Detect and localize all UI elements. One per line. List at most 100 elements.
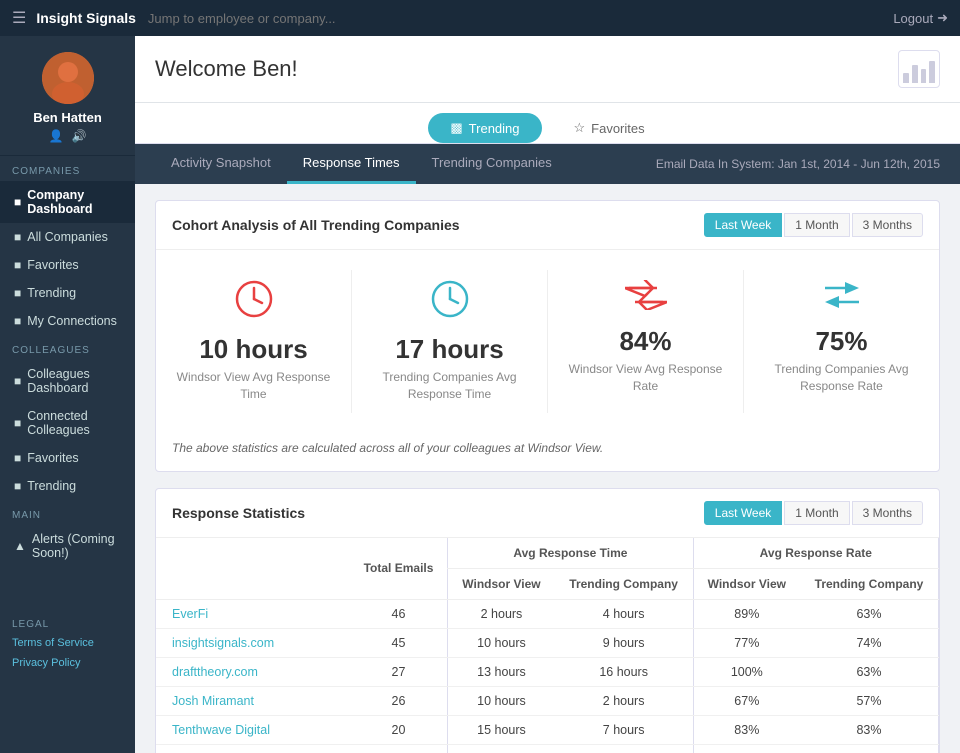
col-group-avg-response-rate: Avg Response Rate (693, 538, 938, 569)
col-trending-icon: ■ (14, 479, 21, 493)
email-data-label: Email Data In System: Jan 1st, 2014 - Ju… (656, 157, 940, 171)
windsor-response-rate-value: 84% (568, 326, 723, 357)
sub-tab-trending-companies[interactable]: Trending Companies (416, 144, 568, 184)
response-stats-header: Response Statistics Last Week 1 Month 3 … (156, 489, 939, 538)
col-header-art-windsor: Windsor View (448, 568, 555, 599)
connected-colleagues-icon: ■ (14, 416, 21, 430)
cell-windsor-response-rate: 67% (693, 686, 800, 715)
cell-company[interactable]: Josh Miramant (156, 686, 350, 715)
cell-company[interactable]: Tenthwave Digital (156, 715, 350, 744)
cell-windsor-response-rate: 89% (693, 599, 800, 628)
sidebar-username: Ben Hatten (33, 110, 102, 125)
sidebar-item-label: Trending (27, 286, 76, 300)
col-header-total-emails: Total Emails (350, 538, 448, 600)
logout-icon: ➜ (937, 10, 948, 26)
sidebar-legal: Legal Terms of Service Privacy Policy (0, 607, 135, 686)
speaker-icon: 🔊 (72, 129, 87, 143)
terms-of-service-link[interactable]: Terms of Service (12, 634, 123, 654)
response-filter-1-month[interactable]: 1 Month (784, 501, 849, 525)
cell-company[interactable]: drafttheory.com (156, 657, 350, 686)
response-stats-title: Response Statistics (172, 505, 704, 521)
cohort-time-filter-group: Last Week 1 Month 3 Months (704, 213, 923, 237)
cell-trending-response-time: 7 hours (555, 715, 693, 744)
colleagues-dashboard-icon: ■ (14, 374, 21, 388)
cell-total-emails: 27 (350, 657, 448, 686)
avatar (42, 52, 94, 104)
cohort-filter-last-week[interactable]: Last Week (704, 213, 782, 237)
cell-windsor-response-time: 10 hours (448, 686, 555, 715)
windsor-response-time-label: Windsor View Avg Response Time (176, 369, 331, 403)
sidebar-item-alerts[interactable]: ▲ Alerts (Coming Soon!) (0, 525, 135, 567)
table-row: insightsignals.com 45 10 hours 9 hours 7… (156, 628, 939, 657)
table-row: drafttheory.com 27 13 hours 16 hours 100… (156, 657, 939, 686)
favorites-icon: ■ (14, 258, 21, 272)
cell-trending-response-rate: 83% (800, 715, 938, 744)
content-area: Cohort Analysis of All Trending Companie… (135, 184, 960, 753)
cell-company[interactable]: EverFi (156, 599, 350, 628)
col-favorites-icon: ■ (14, 451, 21, 465)
sidebar-item-my-connections[interactable]: ■ My Connections (0, 307, 135, 335)
stat-windsor-response-time: 10 hours Windsor View Avg Response Time (156, 270, 352, 413)
sidebar-item-all-companies[interactable]: ■ All Companies (0, 223, 135, 251)
trending-icon: ■ (14, 286, 21, 300)
col-group-avg-response-time: Avg Response Time (448, 538, 693, 569)
trending-response-time-value: 17 hours (372, 334, 527, 365)
trending-tab-label: Trending (469, 121, 520, 136)
cohort-filter-1-month[interactable]: 1 Month (784, 213, 849, 237)
stat-trending-response-rate: 75% Trending Companies Avg Response Rate (744, 270, 939, 413)
logout-button[interactable]: Logout (893, 11, 933, 26)
cell-total-emails: 46 (350, 599, 448, 628)
cell-company[interactable]: Wedding Wire Inc (156, 744, 350, 753)
cell-windsor-response-time: 2 days (448, 744, 555, 753)
cohort-panel-title: Cohort Analysis of All Trending Companie… (172, 217, 704, 233)
all-companies-icon: ■ (14, 230, 21, 244)
cell-total-emails: 26 (350, 686, 448, 715)
cell-trending-response-rate: 63% (800, 657, 938, 686)
sidebar-item-favorites[interactable]: ■ Favorites (0, 251, 135, 279)
sidebar-item-label: All Companies (27, 230, 108, 244)
cell-trending-response-time: 2 hours (555, 686, 693, 715)
main-section-label: Main (0, 500, 135, 525)
trending-response-rate-label: Trending Companies Avg Response Rate (764, 361, 919, 395)
sub-tab-response-times[interactable]: Response Times (287, 144, 416, 184)
col-header-art-trending: Trending Company (555, 568, 693, 599)
trending-tab-icon: ▩ (450, 120, 462, 136)
response-filter-3-months[interactable]: 3 Months (852, 501, 923, 525)
sidebar-item-colleagues-dashboard[interactable]: ■ Colleagues Dashboard (0, 360, 135, 402)
sidebar-item-label: My Connections (27, 314, 117, 328)
cohort-filter-3-months[interactable]: 3 Months (852, 213, 923, 237)
sidebar-item-company-dashboard[interactable]: ■ Company Dashboard (0, 181, 135, 223)
sub-tab-activity-snapshot[interactable]: Activity Snapshot (155, 144, 287, 184)
main-content: Welcome Ben! ▩ Trending ☆ Favorites Acti… (135, 36, 960, 753)
tab-trending[interactable]: ▩ Trending (428, 113, 541, 143)
table-row: Wedding Wire Inc 19 2 days a day 91% 71% (156, 744, 939, 753)
hamburger-icon[interactable]: ☰ (12, 8, 26, 28)
cell-windsor-response-time: 2 hours (448, 599, 555, 628)
trending-response-time-label: Trending Companies Avg Response Time (372, 369, 527, 403)
tab-favorites[interactable]: ☆ Favorites (552, 113, 667, 143)
response-stats-time-filter: Last Week 1 Month 3 Months (704, 501, 923, 525)
sidebar-item-col-favorites[interactable]: ■ Favorites (0, 444, 135, 472)
cell-trending-response-rate: 71% (800, 744, 938, 753)
cell-windsor-response-rate: 77% (693, 628, 800, 657)
cell-total-emails: 20 (350, 715, 448, 744)
cell-windsor-response-rate: 83% (693, 715, 800, 744)
cell-trending-response-rate: 74% (800, 628, 938, 657)
person-icon: 👤 (49, 129, 64, 143)
search-input[interactable] (148, 11, 893, 26)
response-filter-last-week[interactable]: Last Week (704, 501, 782, 525)
response-stats-table: Total Emails Avg Response Time Avg Respo… (156, 538, 939, 753)
privacy-policy-link[interactable]: Privacy Policy (12, 654, 123, 674)
cell-company[interactable]: insightsignals.com (156, 628, 350, 657)
sidebar-item-connected-colleagues[interactable]: ■ Connected Colleagues (0, 402, 135, 444)
cell-trending-response-time: 16 hours (555, 657, 693, 686)
sidebar-item-trending[interactable]: ■ Trending (0, 279, 135, 307)
sidebar-user-icons: 👤 🔊 (49, 129, 87, 143)
sidebar-item-label: Company Dashboard (27, 188, 121, 216)
main-tab-bar: ▩ Trending ☆ Favorites (135, 103, 960, 144)
page-title: Welcome Ben! (155, 56, 298, 82)
cell-windsor-response-time: 10 hours (448, 628, 555, 657)
table-row: Tenthwave Digital 20 15 hours 7 hours 83… (156, 715, 939, 744)
cohort-stats: 10 hours Windsor View Avg Response Time … (156, 250, 939, 433)
sidebar-item-col-trending[interactable]: ■ Trending (0, 472, 135, 500)
